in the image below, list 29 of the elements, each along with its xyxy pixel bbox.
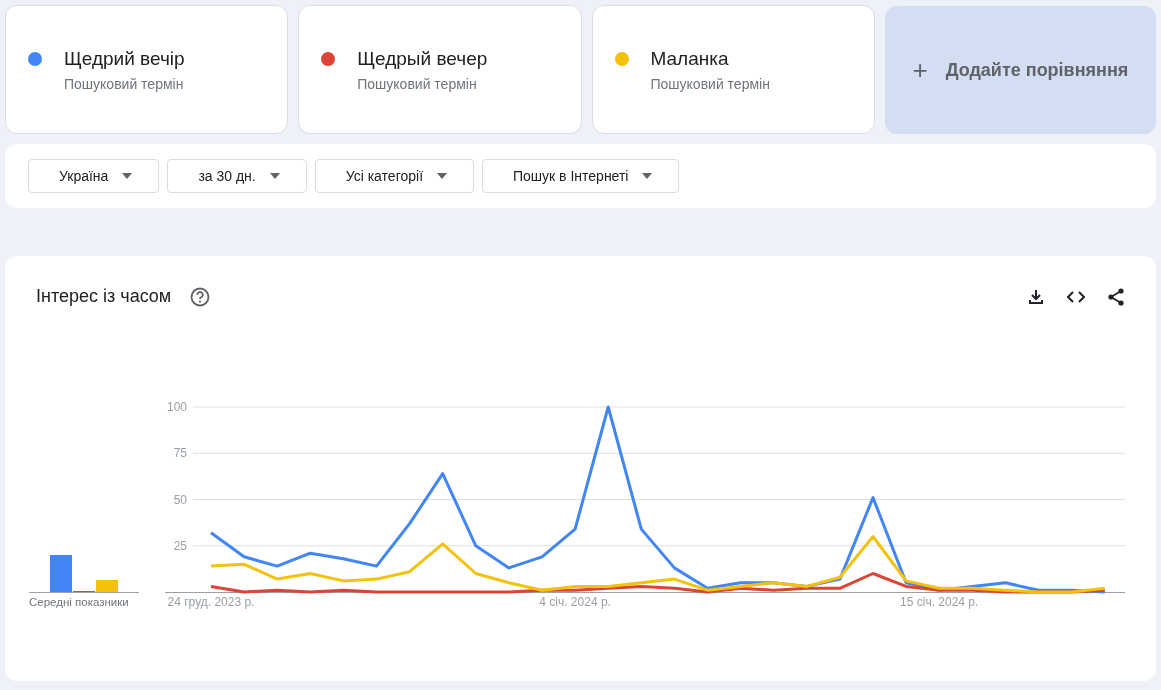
filter-dropdown[interactable]: Усі категорії	[314, 159, 474, 193]
x-tick-label: 4 січ. 2024 р.	[539, 595, 611, 609]
search-term-card[interactable]: Маланка Пошуковий термін	[591, 5, 875, 134]
panel-title: Інтерес із часом	[36, 286, 172, 307]
term-name: Маланка	[650, 47, 730, 70]
term-name: Щедрый вечер	[357, 47, 488, 70]
term-subtitle: Пошуковий термін	[650, 75, 770, 92]
term-subtitle: Пошуковий термін	[357, 75, 478, 92]
y-tick-label: 100	[166, 400, 187, 414]
filter-dropdown[interactable]: за 30 дн.	[167, 159, 307, 193]
caret-icon	[642, 173, 653, 179]
averages-label: Середні показники	[29, 596, 130, 608]
share-icon[interactable]	[1106, 286, 1126, 307]
search-term-card[interactable]: Щедрый вечер Пошуковий термін	[298, 5, 582, 134]
help-icon[interactable]	[190, 286, 211, 307]
x-tick-label: 15 січ. 2024 р.	[900, 595, 979, 609]
add-comparison-button[interactable]: + Додайте порівняння	[884, 6, 1156, 134]
term-name: Щедрий вечір	[64, 47, 185, 70]
search-term-card[interactable]: Щедрий вечір Пошуковий термін	[5, 5, 289, 134]
y-tick-label: 50	[173, 492, 187, 507]
y-tick-label: 75	[173, 446, 187, 461]
caret-icon	[269, 173, 280, 179]
filter-dropdown[interactable]: Пошук в Інтернеті	[482, 159, 680, 193]
caret-icon	[122, 173, 133, 179]
filter-dropdown[interactable]: Україна	[28, 159, 160, 193]
y-tick-label: 25	[173, 538, 187, 553]
x-tick-label: 24 груд. 2023 р.	[167, 595, 255, 609]
caret-icon	[437, 173, 447, 179]
term-subtitle: Пошуковий термін	[64, 75, 185, 92]
